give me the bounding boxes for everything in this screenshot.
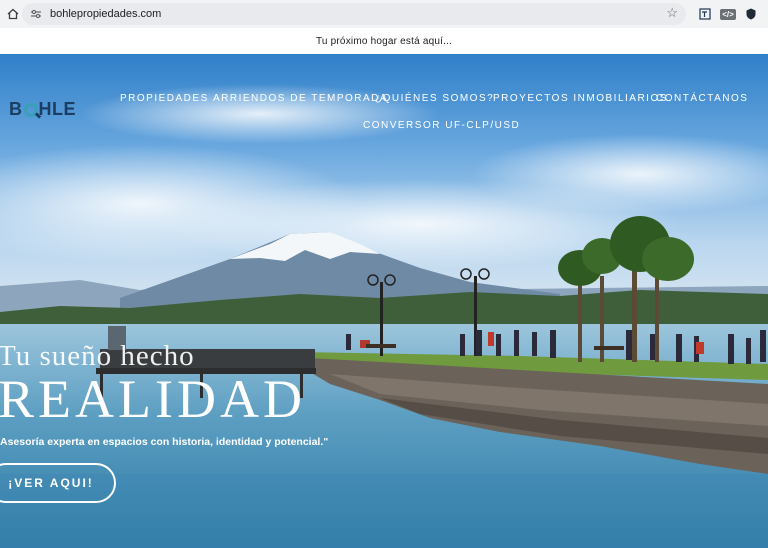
announcement-bar: Tu próximo hogar está aquí... [0,28,768,54]
nav-arriendos-de-temporada[interactable]: ARRIENDOS DE TEMPORADA [213,93,388,104]
shield-extension-icon[interactable] [741,4,761,24]
hero-section: B HLE PROPIEDADES ARRIENDOS DE TEMPORADA … [0,54,768,548]
url-text: bohlepropiedades.com [50,8,162,20]
address-bar[interactable]: bohlepropiedades.com ☆ [22,3,686,25]
nav-propiedades[interactable]: PROPIEDADES [120,93,209,104]
nav-proyectos-inmobiliarios[interactable]: PROYECTOS INMOBILIARIOS [493,93,668,104]
hero-description: Asesoría experta en espacios con histori… [0,436,329,448]
magnifier-icon [23,102,38,117]
logo-letter-b: B [9,99,23,119]
logo-letters: HLE [38,99,76,119]
nav-quienes-somos[interactable]: ¿QUIÉNES SOMOS? [375,93,494,104]
announcement-text: Tu próximo hogar está aquí... [315,35,453,47]
ver-aqui-label: ¡VER AQUI! [8,476,94,490]
hero-title: REALIDAD [0,369,306,429]
browser-toolbar: bohlepropiedades.com ☆ </> [0,0,768,28]
brand-logo[interactable]: B HLE [9,99,76,120]
home-icon[interactable] [3,4,23,24]
translate-extension-icon[interactable] [695,4,715,24]
code-extension-icon[interactable]: </> [718,4,738,24]
nav-contactanos[interactable]: CONTÁCTANOS [656,93,748,104]
site-settings-icon[interactable] [28,6,44,22]
nav-conversor-uf[interactable]: CONVERSOR UF-CLP/USD [363,120,520,131]
code-extension-label: </> [720,8,736,20]
bookmark-star-icon[interactable]: ☆ [666,5,678,21]
ver-aqui-button[interactable]: ¡VER AQUI! [0,463,116,503]
